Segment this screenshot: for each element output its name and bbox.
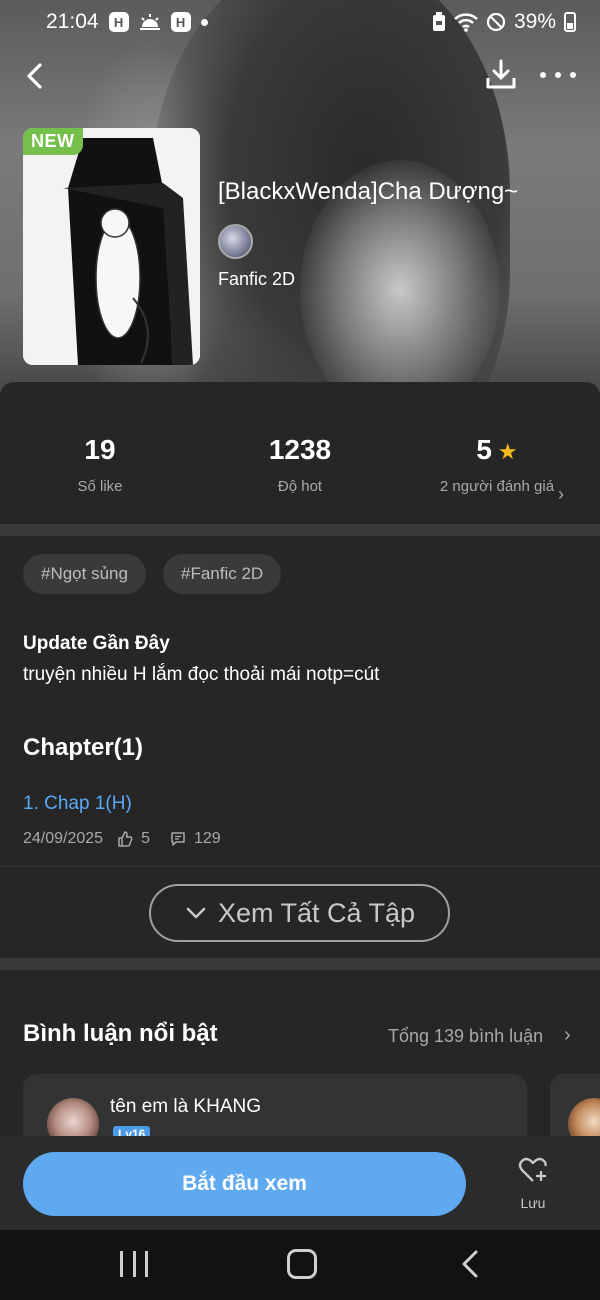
battery-icon [564,12,576,32]
tag-chip[interactable]: #Ngọt sủng [23,554,146,594]
battery-percent: 39% [513,10,556,33]
see-all-chapters-button[interactable]: Xem Tất Cả Tập [149,884,450,942]
top-navigation [0,50,600,104]
hot-count: 1238 [268,434,332,465]
stats-row: 19 Số like 1238 Độ hot 5 ★ 2 người đánh g… [0,400,600,524]
cover-illustration [23,128,200,365]
comments-total-link[interactable]: Tổng 139 bình luận [388,1026,543,1047]
rating-value: 5 [476,434,492,465]
hot-label: Độ hot [277,478,323,495]
chapters-heading: Chapter(1) [23,734,144,761]
system-back-icon[interactable] [458,1246,482,1288]
chapter-likes: 5 [141,830,150,847]
rating-count-label: 2 người đánh giá [439,478,555,495]
tag-chip[interactable]: #Fanfic 2D [163,554,282,594]
stat-hot: 1238 Độ hot [200,434,400,496]
likes-label: Số like [77,478,123,495]
update-description: truyện nhiều H lắm đọc thoải mái notp=cú… [23,664,380,685]
status-time: 21:04 [46,10,99,33]
stat-likes: 19 Số like [0,434,200,496]
comic-cover[interactable]: NEW [23,128,200,365]
comic-genre[interactable]: Fanfic 2D [218,269,295,290]
heart-plus-icon [518,1157,547,1182]
section-divider [0,958,600,970]
commenter-name[interactable]: tên em là KHANG [110,1096,261,1118]
new-badge: NEW [23,128,83,155]
save-label: Lưu [520,1195,546,1211]
chevron-right-icon[interactable]: › [558,484,564,505]
more-options-icon[interactable] [540,58,576,92]
status-bar: 21:04 H H 39% [0,0,600,44]
save-button[interactable]: Lưu [506,1156,560,1211]
app-notification-icon: H [170,12,191,32]
chapter-comments: 129 [193,830,221,847]
stat-rating[interactable]: 5 ★ 2 người đánh giá [412,434,582,496]
download-icon[interactable] [484,58,518,92]
weather-icon [139,14,160,30]
chevron-right-icon[interactable]: › [564,1024,571,1047]
battery-saver-icon [432,12,445,31]
update-heading: Update Gần Đây [23,633,170,654]
likes-count: 19 [84,434,116,465]
comments-heading: Bình luận nổi bật [23,1020,218,1047]
row-divider [0,866,600,867]
author-avatar[interactable] [218,224,253,259]
recent-apps-icon[interactable] [120,1251,148,1277]
star-icon: ★ [497,439,518,464]
back-arrow-icon[interactable] [18,58,54,94]
thumbs-up-icon [118,831,133,847]
wifi-icon [454,13,478,32]
section-divider [0,524,600,536]
see-all-label: Xem Tất Cả Tập [217,897,416,928]
chapter-date: 24/09/2025 [23,830,104,847]
app-notification-icon: H [108,12,129,32]
chapter-link[interactable]: 1. Chap 1(H) [23,793,132,815]
home-icon[interactable] [287,1249,317,1279]
do-not-disturb-icon [486,12,506,32]
chevron-down-icon [186,907,206,919]
notification-dot-icon [200,18,208,26]
comic-title: [BlackxWenda]Cha Dượng~ [218,178,519,205]
comment-icon [171,832,185,846]
chapter-meta: 24/09/2025 5 129 [23,830,221,848]
start-reading-button[interactable]: Bắt đầu xem [23,1152,466,1216]
